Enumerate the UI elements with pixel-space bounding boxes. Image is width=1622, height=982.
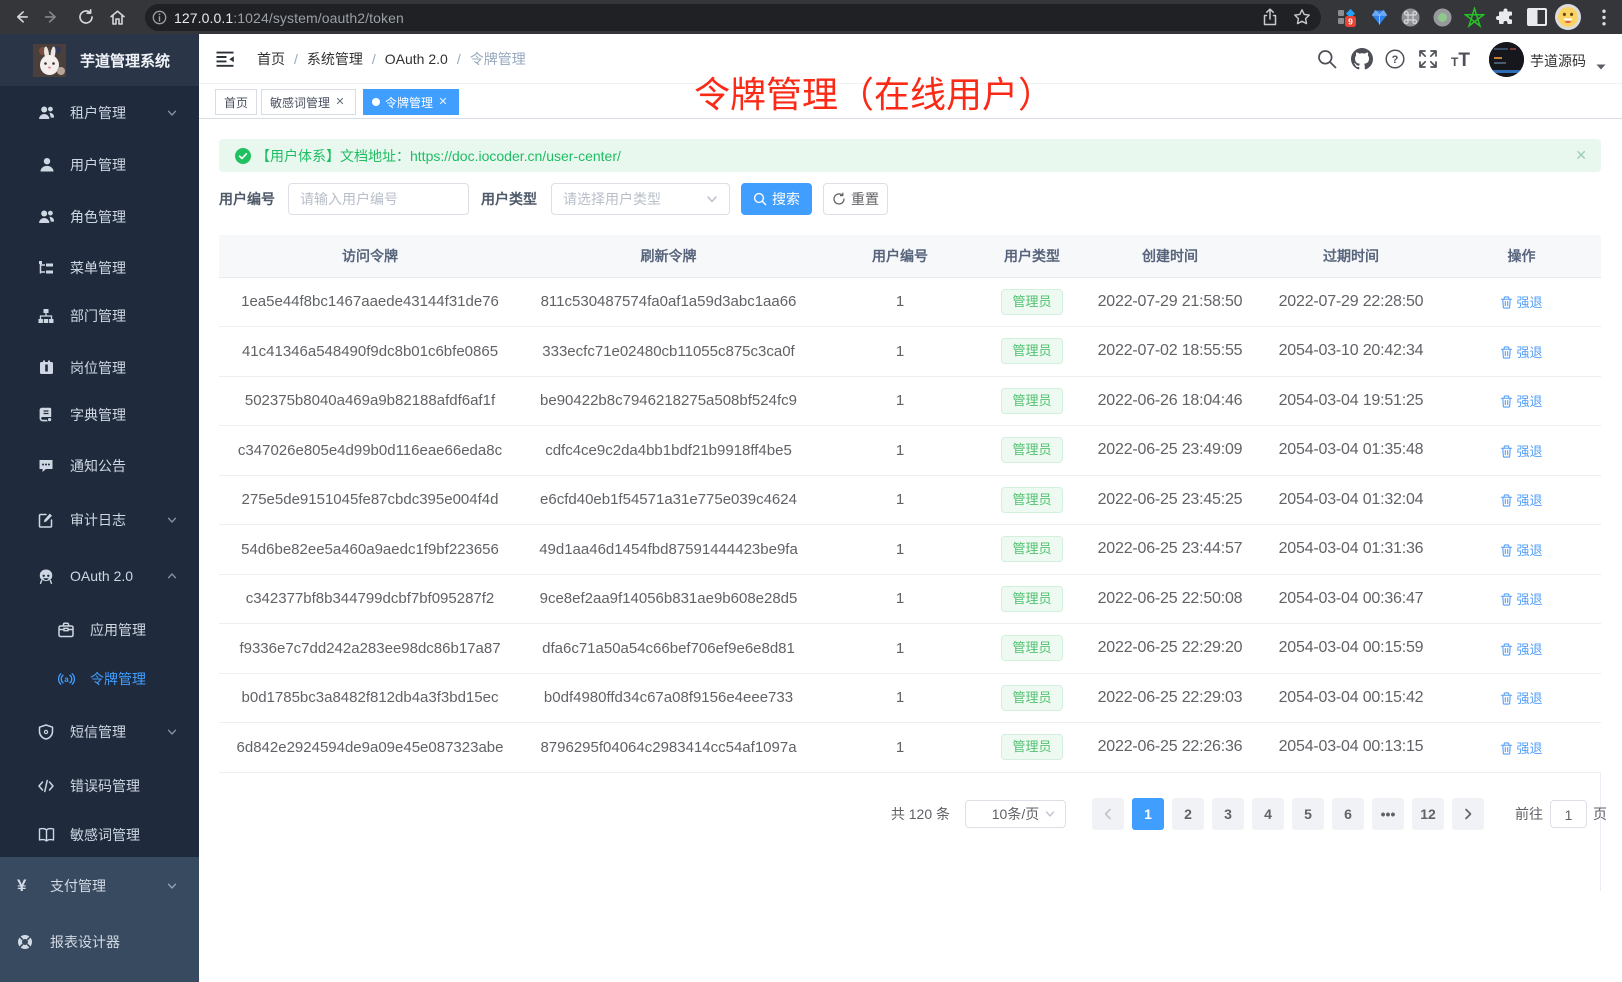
- svg-text:9: 9: [1348, 17, 1353, 27]
- svg-text:?: ?: [1392, 54, 1399, 66]
- svg-text:a: a: [64, 675, 69, 684]
